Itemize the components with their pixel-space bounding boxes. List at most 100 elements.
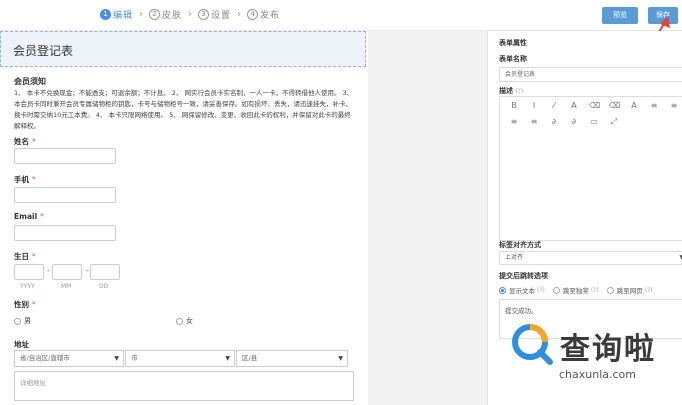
step-label: 设置	[211, 11, 232, 21]
chevron-right-icon: ›	[139, 9, 144, 20]
gender-male-label: 男	[24, 317, 31, 325]
birthday-month-field[interactable]	[52, 264, 82, 280]
watermark-url: chaxunla.com	[559, 368, 636, 381]
step-publish[interactable]: 4 发布	[247, 8, 280, 21]
notice-title: 会员须知	[14, 77, 46, 86]
step-label: 皮肤	[162, 11, 183, 21]
form-name-input[interactable]: 会员登记表	[499, 67, 682, 82]
option-label: 显示文本	[509, 287, 535, 295]
step-label: 编辑	[113, 11, 134, 21]
address-label-text: 地址	[14, 340, 29, 349]
gender-male-radio[interactable]: 男	[14, 316, 31, 326]
eraser-icon[interactable]: ⌫	[589, 101, 600, 110]
radio-circle-icon	[552, 286, 560, 294]
birthday-label-text: 生日	[14, 252, 29, 261]
district-select[interactable]: 区/县 ▼	[236, 350, 348, 367]
submit-option-webpage[interactable]: 跳至网页 (?)	[606, 285, 653, 295]
form-canvas: 会员登记表 会员须知 1、 本卡不兑换现金；不能透支；可退余额；不计息。 2、 …	[0, 31, 368, 405]
required-mark: *	[32, 252, 36, 261]
phone-label-text: 手机	[14, 175, 29, 184]
image-icon[interactable]: ▭	[589, 117, 599, 127]
editor-toolbar-row2: ≡ ≡ ∂ ∂ ▭ ⤢	[509, 117, 619, 127]
phone-label: 手机 *	[14, 174, 36, 185]
help-icon[interactable]: (?)	[645, 287, 653, 294]
pen-icon[interactable]: ⁄	[549, 101, 559, 110]
submit-option-show-text[interactable]: 显示文本 (?)	[499, 285, 545, 295]
form-name-label: 表单名称	[499, 55, 527, 63]
step-nav: 1 编辑 › 2 皮肤 › 3 设置 › 4 发布	[100, 8, 280, 21]
italic-icon[interactable]: I	[529, 101, 539, 110]
option-label: 跳至网页	[616, 287, 643, 295]
email-field[interactable]	[14, 225, 116, 241]
font-size-icon[interactable]: A	[629, 101, 639, 110]
panel-heading: 表单属性	[499, 39, 527, 47]
watermark-logo-icon	[512, 324, 553, 365]
name-label: 姓名 *	[14, 136, 36, 147]
link-icon[interactable]: ∂	[549, 117, 559, 127]
description-label: 描述 (?)	[499, 86, 523, 96]
bg-color-icon[interactable]: ⌫	[609, 101, 620, 110]
step-number: 4	[247, 9, 259, 20]
description-label-text: 描述	[499, 87, 513, 95]
step-label: 发布	[260, 11, 281, 21]
email-label-text: Email	[14, 212, 38, 221]
list-ordered-icon[interactable]: ≡	[649, 101, 659, 110]
chevron-right-icon: ›	[188, 9, 193, 20]
step-settings[interactable]: 3 设置	[198, 8, 231, 21]
step-skin[interactable]: 2 皮肤	[149, 8, 182, 21]
align-select-value: 上对齐	[505, 254, 524, 261]
province-select-value: 省/自治区/直辖市	[20, 354, 70, 362]
step-number: 3	[198, 9, 210, 20]
district-select-value: 区/县	[242, 354, 258, 362]
help-icon[interactable]: (?)	[591, 287, 599, 294]
align-left-icon[interactable]: ≡	[509, 117, 519, 127]
gender-label: 性别 *	[14, 299, 36, 310]
fullscreen-icon[interactable]: ⤢	[609, 117, 619, 127]
form-title: 会员登记表	[13, 44, 74, 58]
name-field[interactable]	[14, 148, 116, 164]
chevron-right-icon: ›	[237, 9, 242, 20]
watermark: 查询啦 chaxunla.com	[510, 320, 682, 405]
year-caption: YYYY	[20, 283, 35, 290]
top-bar: 1 编辑 › 2 皮肤 › 3 设置 › 4 发布 预览 保存	[0, 0, 682, 31]
submit-option-prize[interactable]: 跳至独奖 (?)	[552, 285, 599, 295]
submit-options: 显示文本 (?) 跳至独奖 (?) 跳至网页 (?)	[499, 285, 653, 295]
caret-down-icon: ▼	[114, 355, 119, 362]
province-select[interactable]: 省/自治区/直辖市 ▼	[14, 350, 124, 367]
birthday-label: 生日 *	[14, 251, 36, 262]
radio-circle-icon	[14, 317, 21, 325]
step-edit[interactable]: 1 编辑	[100, 8, 133, 21]
bold-icon[interactable]: B	[509, 101, 519, 110]
radio-selected-icon	[499, 286, 506, 294]
help-icon[interactable]: (?)	[515, 88, 523, 95]
align-center-icon[interactable]: ≡	[529, 117, 539, 127]
date-separator: -	[47, 266, 50, 275]
address-label: 地址	[14, 339, 29, 350]
address-detail-field[interactable]: 详细地址	[14, 371, 354, 401]
form-title-box[interactable]: 会员登记表	[0, 31, 366, 67]
required-mark: *	[40, 212, 44, 221]
gender-female-label: 女	[186, 317, 193, 325]
day-caption: DD	[99, 283, 109, 290]
city-select-value: 市	[131, 354, 138, 362]
notice-body: 1、 本卡不兑换现金；不能透支；可退余额；不计息。 2、 网实行会员卡实名制，一…	[14, 89, 354, 130]
date-separator: -	[86, 266, 89, 275]
gender-label-text: 性别	[14, 300, 29, 309]
phone-field[interactable]	[14, 187, 116, 203]
help-icon[interactable]: (?)	[537, 287, 545, 294]
font-color-icon[interactable]: A	[569, 101, 579, 110]
gender-female-radio[interactable]: 女	[176, 316, 193, 326]
align-select[interactable]: 上对齐 ▼	[499, 251, 682, 265]
step-number: 2	[149, 9, 161, 20]
birthday-day-field[interactable]	[90, 264, 120, 280]
align-label: 标签对齐方式	[499, 241, 541, 249]
preview-button[interactable]: 预览	[602, 7, 638, 24]
step-number: 1	[100, 9, 111, 20]
unlink-icon[interactable]: ∂	[569, 117, 579, 127]
caret-down-icon: ▼	[338, 355, 343, 362]
list-unordered-icon[interactable]: ≡	[669, 101, 679, 110]
email-label: Email *	[14, 212, 44, 221]
description-editor[interactable]: B I ⁄ A ⌫ ⌫ A ≡ ≡ ≡ ≡ ∂ ∂ ▭ ⤢	[499, 96, 682, 241]
birthday-year-field[interactable]	[14, 264, 44, 280]
city-select[interactable]: 市 ▼	[125, 350, 235, 367]
